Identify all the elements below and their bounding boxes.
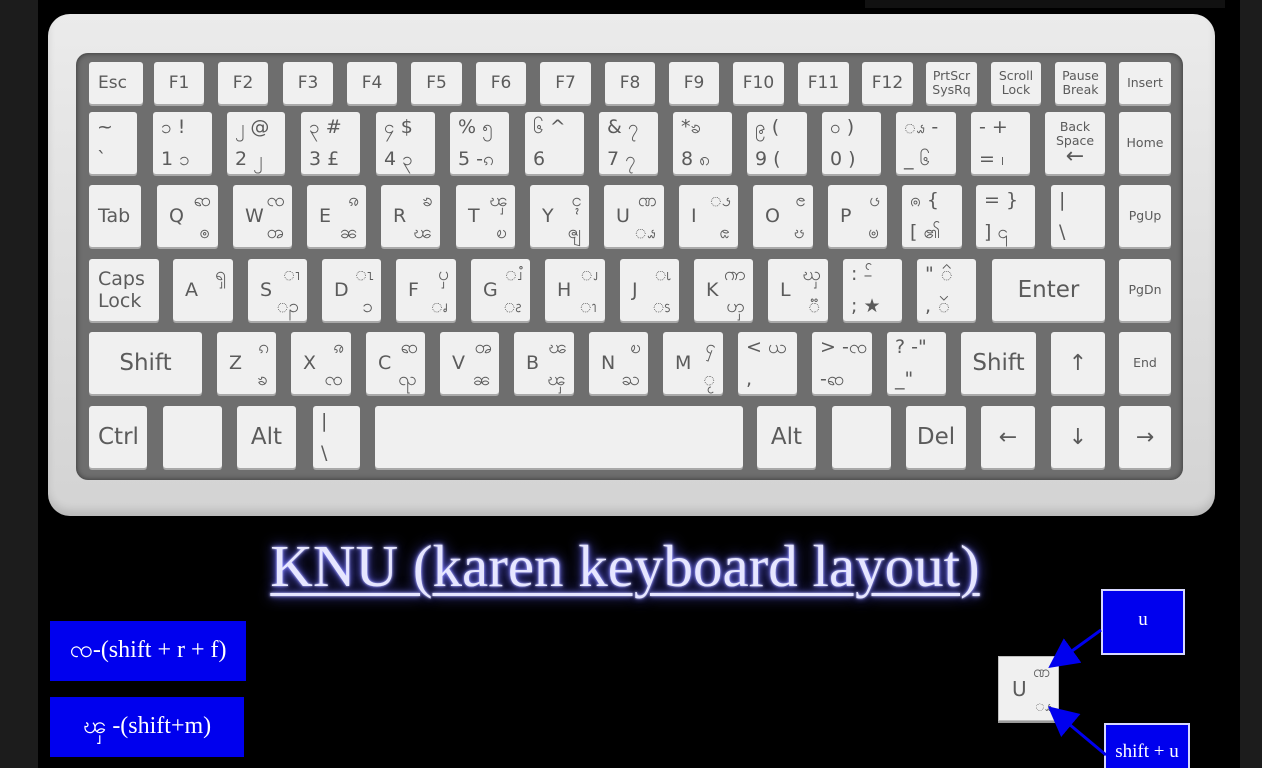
legend-arrows	[1047, 628, 1107, 757]
screen: { "title": "KNU (karen keyboard layout)"…	[0, 0, 1262, 768]
arrow-shifted	[1047, 706, 1107, 757]
arrow-unshifted	[1048, 628, 1102, 669]
